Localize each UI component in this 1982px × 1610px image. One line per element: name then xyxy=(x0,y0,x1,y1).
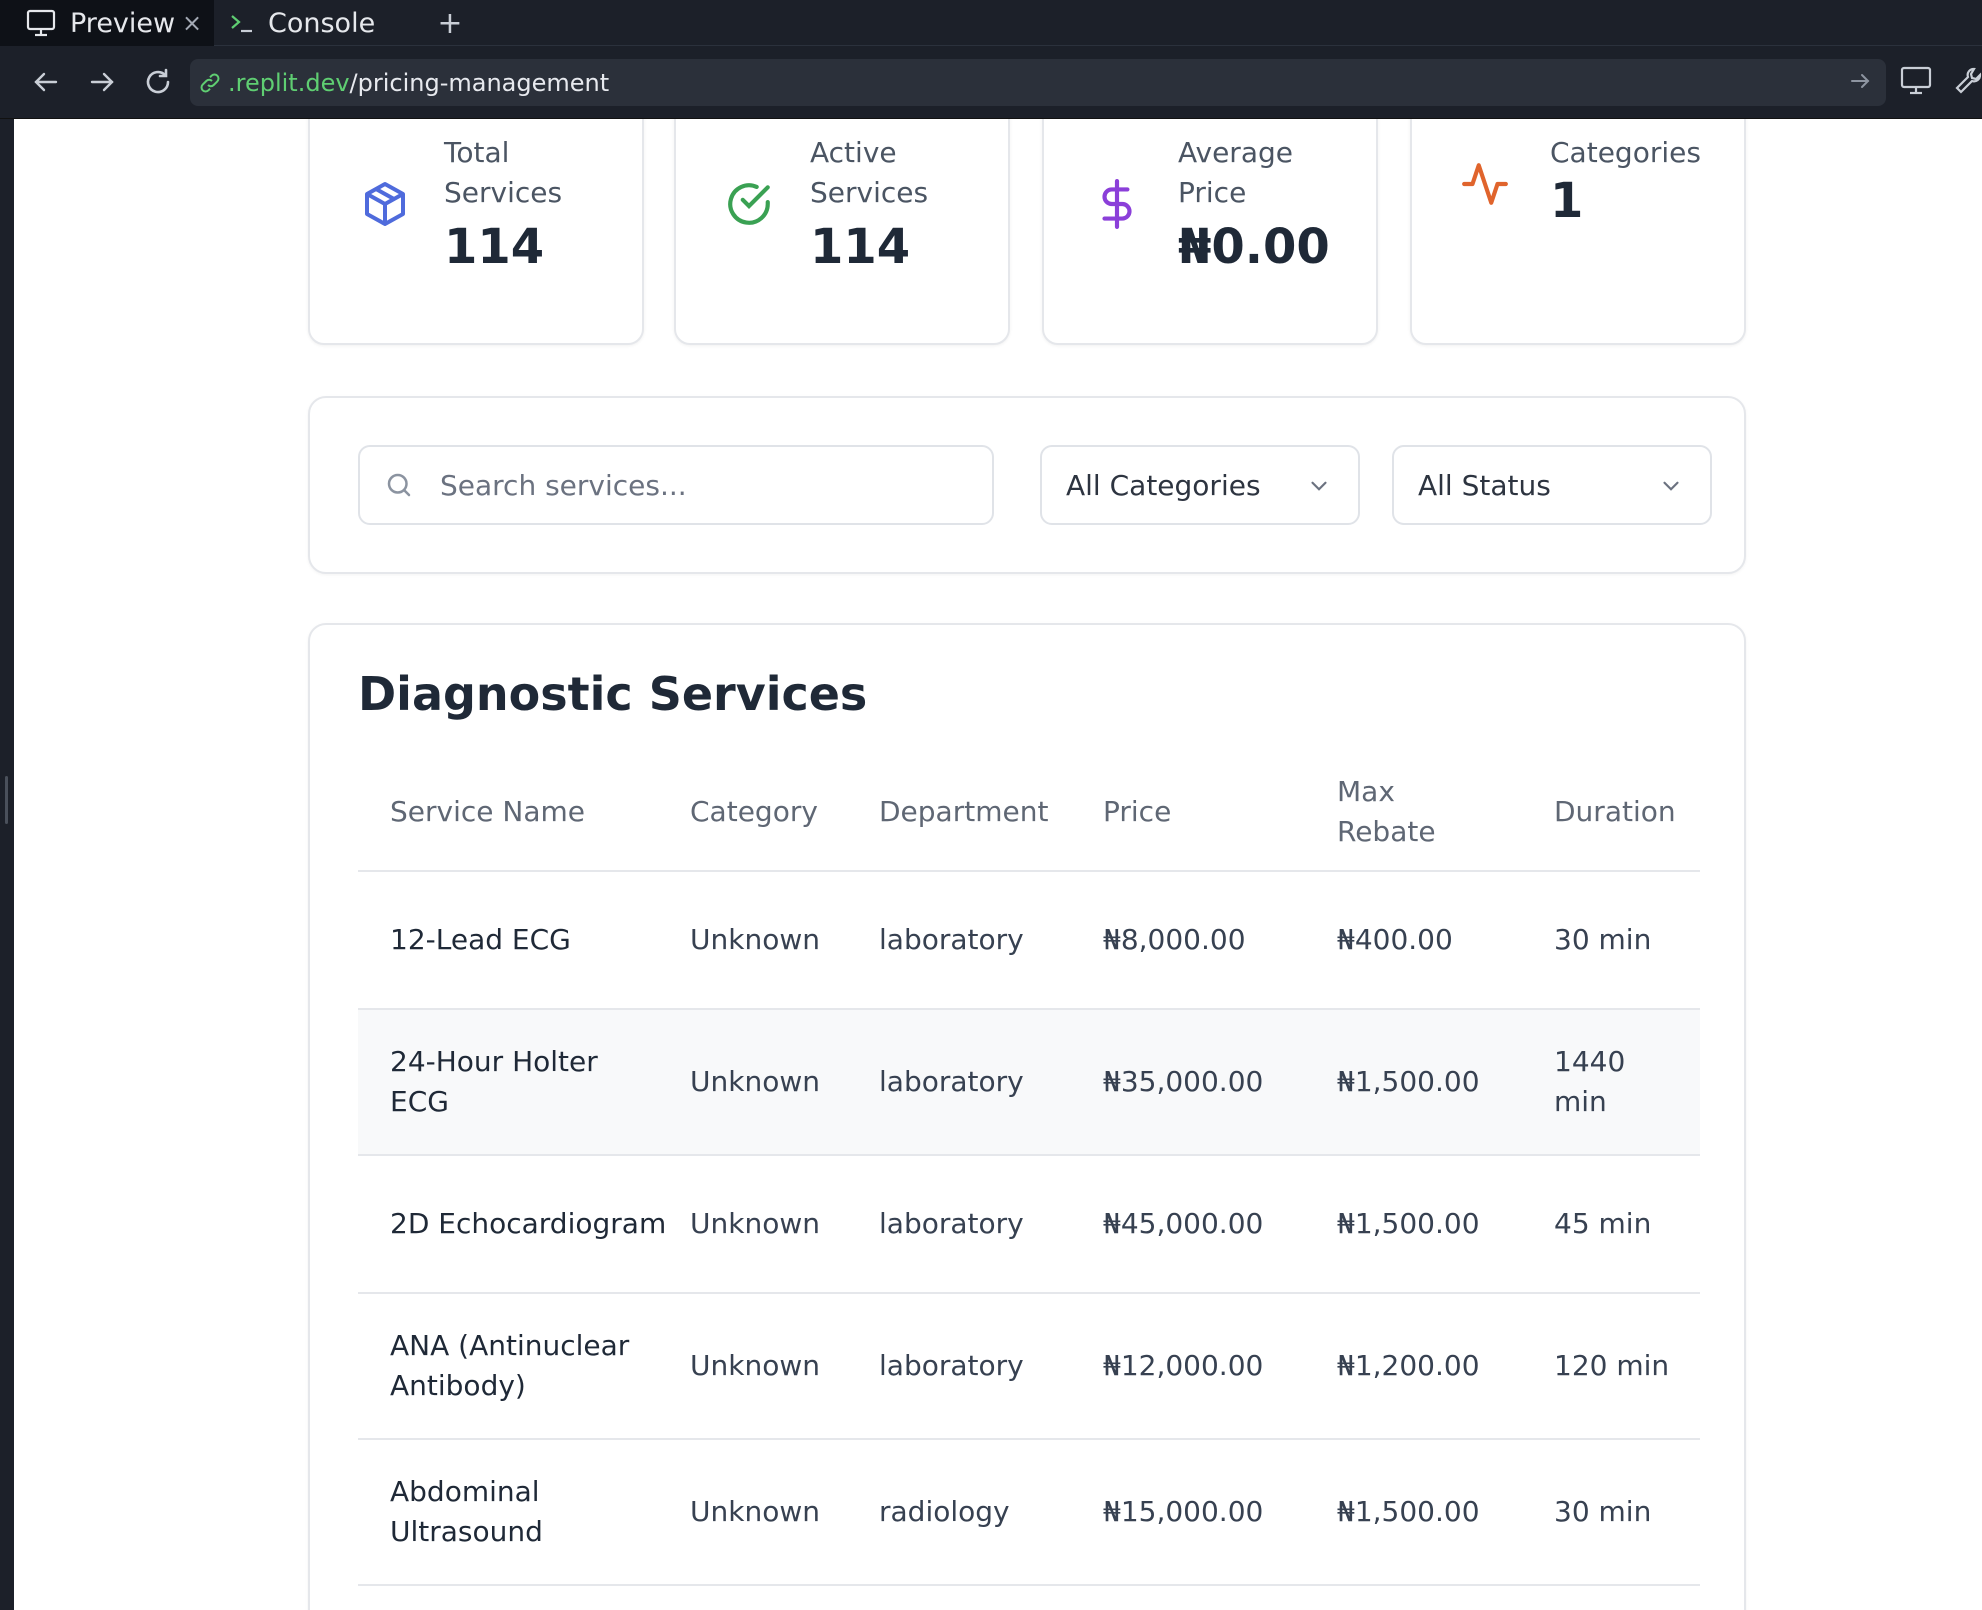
close-tab-icon[interactable]: × xyxy=(182,0,202,46)
cell-price: ₦8,000.00 xyxy=(1103,871,1337,1010)
table-row[interactable]: 12-Lead ECG Unknown laboratory ₦8,000.00… xyxy=(358,871,1700,1010)
go-arrow-icon[interactable] xyxy=(1848,69,1872,93)
cell-max-rebate: ₦1,500.00 xyxy=(1337,1155,1554,1294)
reload-icon xyxy=(143,67,173,97)
column-header[interactable]: Service Name xyxy=(358,753,690,872)
tab-preview-label: Preview xyxy=(70,7,176,39)
cell-price: ₦15,000.00 xyxy=(1103,1439,1337,1586)
cell-department: laboratory xyxy=(879,1293,1103,1440)
cell-category: Unknown xyxy=(690,1439,879,1586)
cell-duration: 45 min xyxy=(1554,1155,1700,1294)
stat-label: Services xyxy=(810,176,929,209)
category-select-value: All Categories xyxy=(1066,468,1261,502)
search-box[interactable] xyxy=(358,445,994,525)
stat-label: Price xyxy=(1178,176,1247,209)
stat-card-active-services: Active Services 114 xyxy=(674,119,1010,345)
column-header[interactable]: Duration xyxy=(1554,753,1700,872)
stat-card-average-price: Average Price ₦0.00 xyxy=(1042,119,1378,345)
cell-duration: 30 min xyxy=(1554,1439,1700,1586)
cell-service-name: ANA (Antinuclear Antibody) xyxy=(358,1293,690,1440)
url-path: /pricing-management xyxy=(349,68,610,97)
stat-value: ₦0.00 xyxy=(1178,219,1330,275)
cell-max-rebate: ₦1,200.00 xyxy=(1337,1293,1554,1440)
cell-department: laboratory xyxy=(879,1155,1103,1294)
stat-card-categories: Categories 1 xyxy=(1410,119,1746,345)
table-row[interactable]: Abdominal Ultrasound Unknown radiology ₦… xyxy=(358,1439,1700,1586)
stat-label: Active xyxy=(810,136,897,169)
search-input[interactable] xyxy=(440,468,960,502)
cell-max-rebate: ₦400.00 xyxy=(1337,871,1554,1010)
link-icon xyxy=(198,71,222,95)
tab-console[interactable]: Console xyxy=(216,0,416,46)
browser-tab-bar: Preview × Console + xyxy=(0,0,1982,46)
filter-panel: All Categories All Status xyxy=(308,396,1746,574)
chevron-down-icon xyxy=(1658,473,1684,499)
search-icon xyxy=(384,470,414,500)
cell-category: Unknown xyxy=(690,1155,879,1294)
cell-category: Unknown xyxy=(690,1009,879,1156)
column-header[interactable]: Max Rebate xyxy=(1337,753,1554,872)
status-select-value: All Status xyxy=(1418,468,1551,502)
table-header-row: Service Name Category Department Price M… xyxy=(358,753,1700,872)
dollar-icon xyxy=(1092,179,1142,229)
cell-department: laboratory xyxy=(879,1009,1103,1156)
cell-max-rebate: ₦1,500.00 xyxy=(1337,1439,1554,1586)
cell-duration: 120 min xyxy=(1554,1293,1700,1440)
cell-service-name: 12-Lead ECG xyxy=(358,871,690,1010)
table-row[interactable]: ANA (Antinuclear Antibody) Unknown labor… xyxy=(358,1293,1700,1440)
wrench-icon[interactable] xyxy=(1954,66,1982,96)
cell-category: Unknown xyxy=(690,871,879,1010)
tab-console-label: Console xyxy=(268,7,376,39)
chevron-down-icon xyxy=(1306,473,1332,499)
terminal-icon xyxy=(230,12,254,34)
column-header[interactable]: Department xyxy=(879,753,1103,872)
stat-label: Total xyxy=(444,136,510,169)
cell-duration: 1440 min xyxy=(1554,1009,1700,1156)
services-table: Service Name Category Department Price M… xyxy=(358,753,1700,1586)
stat-label: Services xyxy=(444,176,563,209)
activity-icon xyxy=(1460,159,1510,209)
reload-button[interactable] xyxy=(136,60,180,104)
forward-button[interactable] xyxy=(80,60,124,104)
cell-service-name: Abdominal Ultrasound xyxy=(358,1439,690,1586)
column-header[interactable]: Category xyxy=(690,753,879,872)
cell-category: Unknown xyxy=(690,1293,879,1440)
devtools-screen-icon[interactable] xyxy=(1900,66,1932,96)
cell-price: ₦45,000.00 xyxy=(1103,1155,1337,1294)
table-row[interactable]: 24-Hour Holter ECG Unknown laboratory ₦3… xyxy=(358,1009,1700,1156)
table-row[interactable]: 2D Echocardiogram Unknown laboratory ₦45… xyxy=(358,1155,1700,1294)
stat-card-total-services: Total Services 114 xyxy=(308,119,644,345)
status-select[interactable]: All Status xyxy=(1392,445,1712,525)
table-title: Diagnostic Services xyxy=(358,667,868,721)
address-bar: .replit.dev /pricing-management xyxy=(0,46,1982,119)
stat-label: Average xyxy=(1178,136,1293,169)
cell-service-name: 2D Echocardiogram xyxy=(358,1155,690,1294)
stat-label: Categories xyxy=(1550,136,1701,169)
cell-department: radiology xyxy=(879,1439,1103,1586)
new-tab-button[interactable]: + xyxy=(430,0,470,46)
url-domain: .replit.dev xyxy=(228,68,350,97)
cell-price: ₦12,000.00 xyxy=(1103,1293,1337,1440)
cell-department: laboratory xyxy=(879,871,1103,1010)
resize-handle[interactable] xyxy=(5,776,8,824)
monitor-icon xyxy=(26,9,56,37)
stat-value: 1 xyxy=(1550,173,1584,229)
cell-max-rebate: ₦1,500.00 xyxy=(1337,1009,1554,1156)
cell-duration: 30 min xyxy=(1554,871,1700,1010)
stat-value: 114 xyxy=(444,219,545,275)
app-viewport: Total Services 114 Active Services 114 A… xyxy=(14,119,1982,1610)
url-field[interactable]: .replit.dev /pricing-management xyxy=(190,59,1886,106)
back-button[interactable] xyxy=(24,60,68,104)
check-circle-icon xyxy=(724,179,774,229)
column-header[interactable]: Price xyxy=(1103,753,1337,872)
tab-preview[interactable]: Preview × xyxy=(0,0,214,46)
cell-price: ₦35,000.00 xyxy=(1103,1009,1337,1156)
arrow-right-icon xyxy=(88,68,116,96)
category-select[interactable]: All Categories xyxy=(1040,445,1360,525)
box-icon xyxy=(360,179,410,229)
services-table-card: Diagnostic Services Service Name Categor… xyxy=(308,623,1746,1610)
arrow-left-icon xyxy=(32,68,60,96)
stat-value: 114 xyxy=(810,219,911,275)
cell-service-name: 24-Hour Holter ECG xyxy=(358,1009,690,1156)
